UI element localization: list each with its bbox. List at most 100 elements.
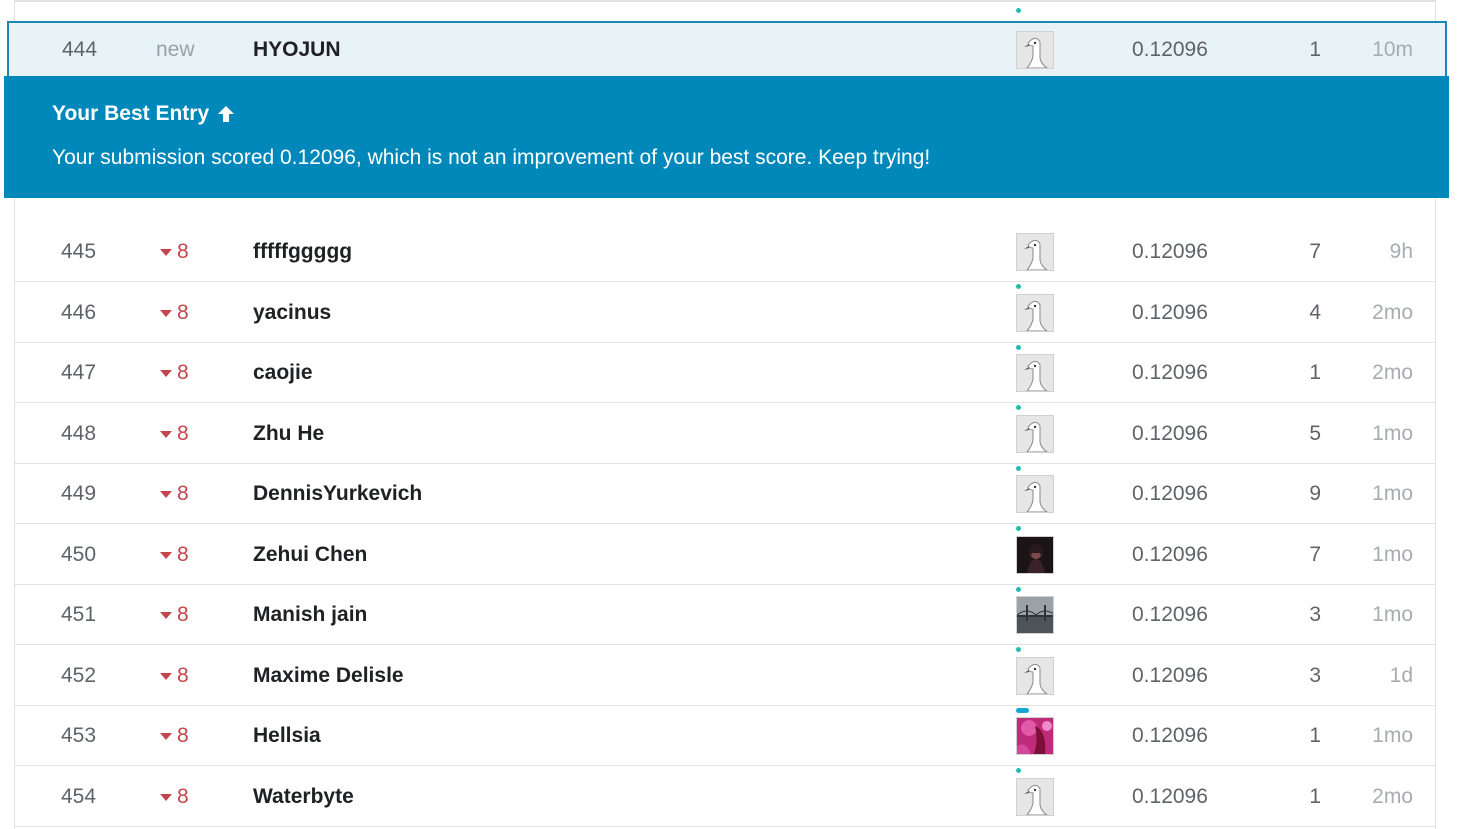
team-name[interactable]: HYOJUN xyxy=(253,23,341,76)
avatar[interactable] xyxy=(1016,716,1054,755)
team-name[interactable]: fffffggggg xyxy=(253,222,352,281)
user-photo-icon xyxy=(1017,536,1053,573)
table-row[interactable]: 451 8 Manish jain 0.12096 3 1mo xyxy=(15,585,1435,652)
last-submission-cell: 1mo xyxy=(1372,602,1413,626)
table-row[interactable]: 450 8 Zehui Chen 0.12096 7 1mo xyxy=(15,525,1435,592)
change-cell: 8 xyxy=(160,585,189,644)
rank-cell: 445 xyxy=(61,239,97,263)
avatar[interactable] xyxy=(1016,535,1054,574)
team-members-cell xyxy=(1016,464,1054,531)
rank-cell: 448 xyxy=(61,421,97,445)
entries-cell: 7 xyxy=(1309,542,1321,566)
entries-cell: 4 xyxy=(1309,300,1321,324)
table-row[interactable]: 449 8 DennisYurkevich 0.12096 9 1mo xyxy=(15,464,1435,531)
caret-down-icon xyxy=(160,673,172,680)
change-value: 8 xyxy=(177,300,189,324)
team-name[interactable]: Zehui Chen xyxy=(253,525,367,584)
own-entry-row[interactable]: 444 new HYOJUN 0.12096 1 10m xyxy=(7,21,1447,84)
entries-cell: 9 xyxy=(1309,481,1321,505)
avatar[interactable] xyxy=(1016,30,1054,69)
goose-icon xyxy=(1017,778,1053,815)
caret-down-icon xyxy=(160,249,172,256)
change-cell: 8 xyxy=(160,343,189,402)
change-value: 8 xyxy=(177,360,189,384)
team-name[interactable]: yacinus xyxy=(253,283,331,342)
team-name[interactable]: Maxime Delisle xyxy=(253,646,404,705)
table-row[interactable]: 448 8 Zhu He 0.12096 5 1mo xyxy=(15,404,1435,471)
caret-down-icon xyxy=(160,491,172,498)
score-cell: 0.12096 xyxy=(1132,602,1208,626)
user-photo-icon xyxy=(1017,717,1053,754)
table-top-border xyxy=(14,0,1436,2)
avatar[interactable] xyxy=(1016,232,1054,271)
change-cell: 8 xyxy=(160,525,189,584)
change-cell: 8 xyxy=(160,646,189,705)
entries-cell: 1 xyxy=(1309,37,1321,61)
avatar[interactable] xyxy=(1016,414,1054,453)
goose-icon xyxy=(1017,354,1053,391)
table-row[interactable]: 452 8 Maxime Delisle 0.12096 3 1d xyxy=(15,646,1435,713)
change-value: 8 xyxy=(177,784,189,808)
banner-title-text: Your Best Entry xyxy=(52,102,210,125)
team-name[interactable]: Zhu He xyxy=(253,404,324,463)
change-value: 8 xyxy=(177,481,189,505)
rank-cell: 451 xyxy=(61,602,97,626)
change-value: 8 xyxy=(177,421,189,445)
table-row[interactable]: 453 8 Hellsia 0.12096 1 1mo xyxy=(15,706,1435,773)
team-members-cell xyxy=(1016,283,1054,350)
score-cell: 0.12096 xyxy=(1132,723,1208,747)
entries-cell: 1 xyxy=(1309,360,1321,384)
rank-cell: 450 xyxy=(61,542,97,566)
rank-cell: 449 xyxy=(61,481,97,505)
score-cell: 0.12096 xyxy=(1132,300,1208,324)
score-cell: 0.12096 xyxy=(1132,542,1208,566)
team-members-cell xyxy=(1016,343,1054,410)
caret-down-icon xyxy=(160,431,172,438)
change-cell: 8 xyxy=(160,706,189,765)
last-submission-cell: 2mo xyxy=(1372,360,1413,384)
change-value: 8 xyxy=(177,239,189,263)
entries-cell: 1 xyxy=(1309,723,1321,747)
rank-cell: 446 xyxy=(61,300,97,324)
team-name[interactable]: Waterbyte xyxy=(253,767,354,826)
avatar[interactable] xyxy=(1016,474,1054,513)
change-cell: new xyxy=(156,37,195,61)
score-cell: 0.12096 xyxy=(1132,663,1208,687)
goose-icon xyxy=(1017,415,1053,452)
change-cell: 8 xyxy=(160,464,189,523)
goose-icon xyxy=(1017,475,1053,512)
avatar[interactable] xyxy=(1016,353,1054,392)
avatar[interactable] xyxy=(1016,777,1054,816)
rank-cell: 452 xyxy=(61,663,97,687)
caret-down-icon xyxy=(160,552,172,559)
avatar[interactable] xyxy=(1016,595,1054,634)
change-value: 8 xyxy=(177,602,189,626)
goose-icon xyxy=(1017,233,1053,270)
team-name[interactable]: caojie xyxy=(253,343,313,402)
rank-cell: 447 xyxy=(61,360,97,384)
table-row[interactable]: 446 8 yacinus 0.12096 4 2mo xyxy=(15,283,1435,350)
caret-down-icon xyxy=(160,612,172,619)
last-submission-cell: 1mo xyxy=(1372,542,1413,566)
team-name[interactable]: Hellsia xyxy=(253,706,321,765)
table-row[interactable]: 454 8 Waterbyte 0.12096 1 2mo xyxy=(15,767,1435,827)
last-submission-cell: 1mo xyxy=(1372,723,1413,747)
last-submission-cell: 2mo xyxy=(1372,300,1413,324)
change-cell: 8 xyxy=(160,404,189,463)
caret-down-icon xyxy=(160,310,172,317)
table-row[interactable]: 445 8 fffffggggg 0.12096 7 9h xyxy=(15,222,1435,289)
team-name[interactable]: Manish jain xyxy=(253,585,367,644)
team-name[interactable]: DennisYurkevich xyxy=(253,464,422,523)
score-cell: 0.12096 xyxy=(1132,37,1208,61)
table-row[interactable]: 447 8 caojie 0.12096 1 2mo xyxy=(15,343,1435,410)
last-submission-cell: 2mo xyxy=(1372,784,1413,808)
banner-title: Your Best Entry xyxy=(52,102,235,126)
goose-icon xyxy=(1017,657,1053,694)
score-cell: 0.12096 xyxy=(1132,784,1208,808)
avatar[interactable] xyxy=(1016,656,1054,695)
entries-cell: 3 xyxy=(1309,602,1321,626)
avatar[interactable] xyxy=(1016,293,1054,332)
change-value: 8 xyxy=(177,663,189,687)
score-cell: 0.12096 xyxy=(1132,239,1208,263)
score-cell: 0.12096 xyxy=(1132,360,1208,384)
